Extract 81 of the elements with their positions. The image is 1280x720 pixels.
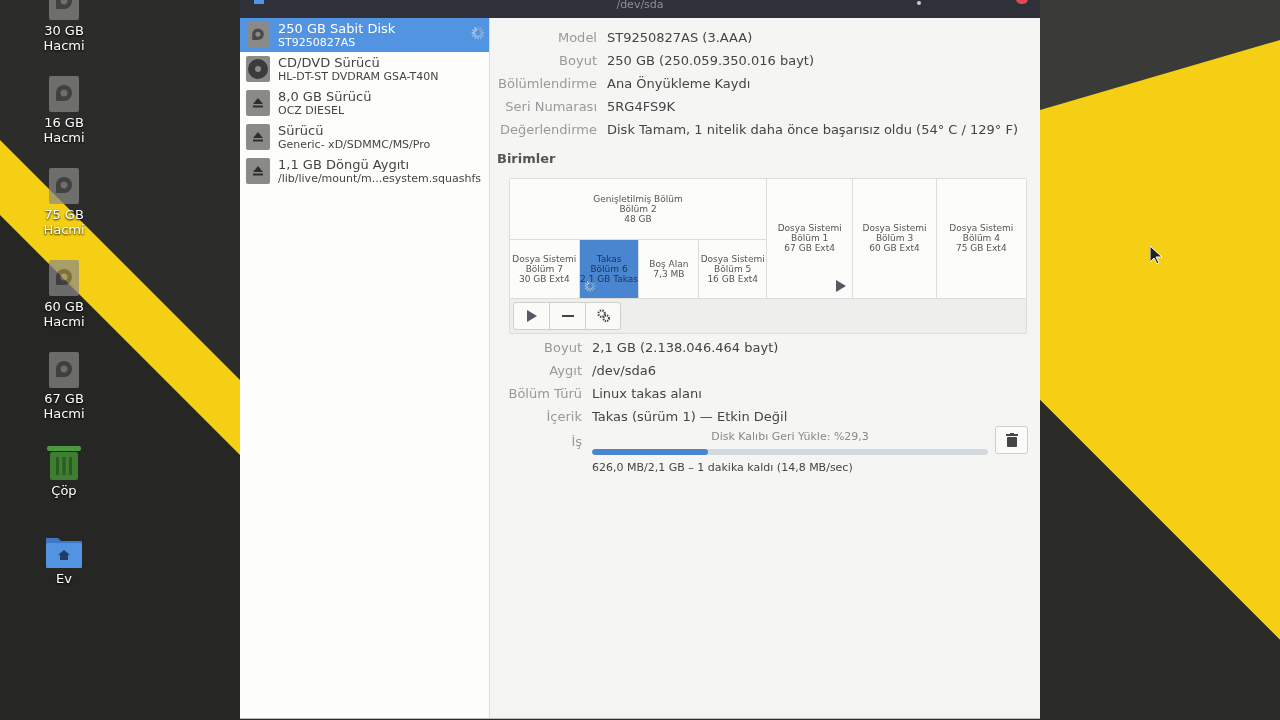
desktop-icon-label[interactable]: Çöp [51,483,77,498]
partition-text: Takas [596,253,622,264]
window-title: /dev/sda [616,0,664,11]
partition-text: Bölüm 4 [962,233,1000,243]
settings-icon [596,309,610,322]
partition-text: 75 GB Ext4 [956,243,1007,253]
spinner-icon [471,26,485,40]
optical-disc-icon [246,56,270,82]
trash-icon[interactable] [47,444,81,480]
desktop-icon-label[interactable]: 67 GB Hacmi [43,391,85,421]
property-label: İş [570,432,582,451]
partition-text: Bölüm 5 [714,263,752,274]
device-detail: ST9250827AS [278,36,357,49]
device-name: 1,1 GB Döngü Aygıtı [278,157,411,172]
device-name: 8,0 GB Sürücü [278,89,372,104]
partition-text: 60 GB Ext4 [869,243,920,253]
partition-text: 2,1 GB Takas [580,273,639,284]
partition-segment[interactable]: Dosya Sistemi Bölüm 5 16 GB Ext4 [698,239,766,298]
property-value: Disk Tamam, 1 nitelik daha önce başarısız oldu (54° C / 129° F) [607,120,1019,139]
partition-text: Bölüm 3 [875,233,914,243]
property-value: Ana Önyükleme Kaydı [607,74,751,93]
desktop-icon-label[interactable]: Ev [56,571,72,586]
device-detail: /lib/live/mount/m...esystem.squashfs [278,172,481,185]
desktop-icon-label[interactable]: 30 GB Hacmi [43,23,85,53]
partition-text: 30 GB Ext4 [519,273,570,284]
property-label: Bölüm Türü [507,385,582,404]
property-value: ST9250827AS (3.AAA) [607,28,753,47]
partition-text: Dosya Sistemi [949,223,1014,233]
device-name: 250 GB Sabit Disk [278,21,396,36]
device-item[interactable]: Sürücü Generic- xD/SDMMC/MS/Pro [240,120,489,154]
mouse-pointer-icon [1150,246,1162,264]
property-value: Linux takas alanı [592,385,702,404]
play-icon [836,279,847,292]
device-item[interactable]: 1,1 GB Döngü Aygıtı /lib/live/mount/m...esystem.squashfs [240,154,489,188]
partition-text: Bölüm 7 [525,263,563,274]
device-detail: OCZ DIESEL [278,104,346,117]
device-item[interactable]: 8,0 GB Sürücü OCZ DIESEL [240,86,489,120]
device-detail: Generic- xD/SDMMC/MS/Pro [278,138,431,151]
property-label: Boyut [543,339,582,358]
desktop-icon-label[interactable]: 16 GB Hacmi [43,115,85,145]
device-item[interactable]: CD/DVD Sürücü HL-DT-ST DVDRAM GSA-T40N [240,52,489,86]
trash-icon [1005,432,1018,447]
device-name: CD/DVD Sürücü [278,55,381,70]
job-status: 626,0 MB/2,1 GB – 1 dakika kaldı (14,8 MB/sec) [592,460,854,476]
desktop-icon-label[interactable]: 60 GB Hacmi [43,299,85,329]
play-icon [526,309,537,322]
eject-drive-icon [246,158,270,184]
device-detail: HL-DT-ST DVDRAM GSA-T40N [278,70,439,83]
partition-text: Bölüm 6 [590,263,628,274]
delete-job-button[interactable] [995,425,1028,454]
partition-text: Dosya Sistemi [862,223,927,233]
eject-drive-icon [246,90,270,116]
eject-drive-icon [246,124,270,150]
partition-text: Dosya Sistemi [512,253,577,264]
job-title: Disk Kalıbı Geri Yükle: %29,3 [710,428,870,445]
partition-text: 7,3 MB [653,268,685,279]
partition-text: 16 GB Ext4 [707,273,758,284]
property-label: Model [556,28,597,47]
minus-icon [561,314,574,317]
property-value: 250 GB (250.059.350.016 bayt) [607,51,814,70]
device-name: Sürücü [278,123,325,138]
partition-text: Dosya Sistemi [700,253,765,264]
property-value: 5RG4FS9K [607,97,675,116]
partition-text: Genişletilmiş Bölüm [593,193,683,204]
property-label: Aygıt [548,362,582,381]
partition-text: Boş Alan [649,258,689,269]
property-value: Takas (sürüm 1) — Etkin Değil [592,408,788,427]
property-label: Boyut [558,51,597,70]
partition-text: Bölüm 1 [791,233,829,243]
partition-text: Bölüm 2 [619,203,657,214]
property-label: Bölümlendirme [497,74,597,93]
property-value: /dev/sda6 [592,362,656,381]
section-heading: Birimler [497,150,557,168]
property-value: 2,1 GB (2.138.046.464 bayt) [592,339,779,358]
property-label: Seri Numarası [504,97,597,116]
partition-text: Dosya Sistemi [777,223,842,233]
partition-text: 67 GB Ext4 [784,243,835,253]
property-label: İçerik [545,408,582,427]
partition-text: 48 GB [624,213,652,224]
property-label: Değerlendirme [498,120,597,139]
home-folder-icon[interactable] [46,536,82,568]
